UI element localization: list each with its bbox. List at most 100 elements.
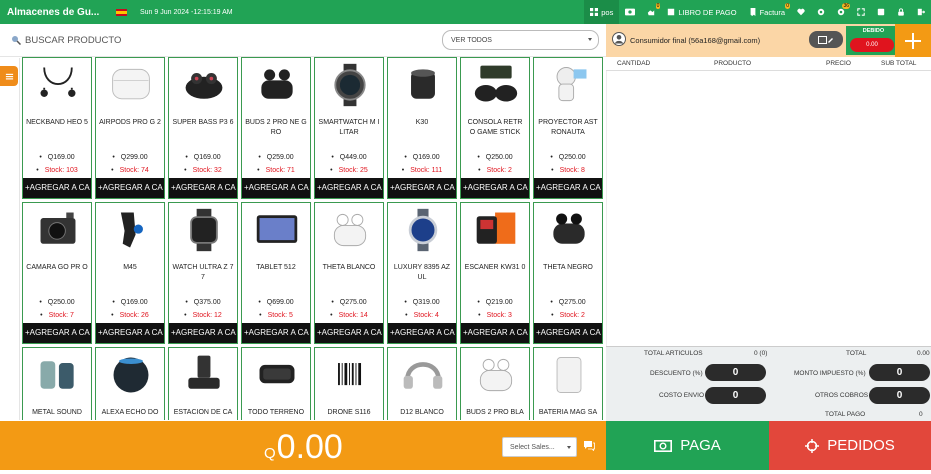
product-card[interactable]: BUDS 2 PRO BLA [460, 347, 530, 420]
tablet-icon [252, 207, 302, 253]
nav-settings[interactable] [811, 0, 831, 24]
product-card[interactable]: CAMARA GO PR O Q250.00 Stock: 7 +AGREGAR A … [22, 202, 92, 344]
side-tab-button[interactable] [0, 66, 18, 86]
product-card[interactable]: D12 BLANCO [387, 347, 457, 420]
search-input[interactable] [25, 34, 175, 46]
paga-button[interactable]: PAGA [606, 421, 769, 470]
product-price: Q299.00 [96, 154, 164, 161]
chevron-down-icon [588, 38, 592, 41]
product-stock: Stock: 8 [534, 167, 602, 174]
search-row: VER TODOS [0, 24, 606, 57]
product-stock: Stock: 4 [388, 312, 456, 319]
add-to-cart-button[interactable]: +AGREGAR A CA [461, 323, 529, 343]
nav-factura[interactable]: Factura 0 [743, 0, 791, 24]
product-price: Q319.00 [388, 299, 456, 306]
nav-fullscreen[interactable] [851, 0, 871, 24]
product-card[interactable]: ALEXA ECHO DO [95, 347, 165, 420]
product-card[interactable]: TODO TERRENO [241, 347, 311, 420]
nav-logout[interactable] [911, 0, 931, 24]
add-to-cart-button[interactable]: +AGREGAR A CA [388, 178, 456, 198]
product-name: CONSOLA RETR O GAME STICK [467, 119, 523, 136]
debito-value[interactable]: 0.00 [850, 38, 894, 52]
add-to-cart-button[interactable]: +AGREGAR A CA [315, 178, 383, 198]
product-card[interactable]: ESCANER KW31 0 Q219.00 Stock: 3 +AGREGAR A … [460, 202, 530, 344]
client-edit-button[interactable] [809, 31, 843, 48]
grid-icon [590, 8, 599, 16]
order-summary: TOTAL ARTICULOS 0 (0) TOTAL 0.00 DESCUEN… [606, 346, 931, 421]
add-to-cart-button[interactable]: +AGREGAR A CA [169, 323, 237, 343]
product-name: METAL SOUND [32, 409, 82, 416]
add-client-button[interactable] [895, 24, 931, 57]
nav-hand[interactable]: 0 [641, 0, 661, 24]
spain-flag-icon[interactable] [116, 8, 127, 16]
nav-favorites[interactable] [791, 0, 811, 24]
client-name[interactable]: Consumidor final (56a168@gmail.com) [630, 36, 760, 45]
product-card[interactable]: NECKBAND HEO 5 Q169.00 Stock: 103 +AGREGAR … [22, 57, 92, 199]
product-card[interactable]: TABLET 512 Q699.00 Stock: 5 +AGREGAR A CA [241, 202, 311, 344]
product-stock: Stock: 14 [315, 312, 383, 319]
add-to-cart-button[interactable]: +AGREGAR A CA [96, 178, 164, 198]
descuento-input[interactable]: 0 [705, 364, 766, 381]
nav-money[interactable] [619, 0, 641, 24]
store-name[interactable]: Almacenes de Gu... [0, 7, 111, 18]
product-card[interactable]: BUDS 2 PRO NE GRO Q259.00 Stock: 71 +AGREGA… [241, 57, 311, 199]
category-filter-select[interactable]: VER TODOS [442, 30, 599, 50]
product-card[interactable]: BATERIA MAG SA [533, 347, 603, 420]
product-card[interactable]: LUXURY 8395 AZ UL Q319.00 Stock: 4 +AGREGAR… [387, 202, 457, 344]
product-card[interactable]: PROYECTOR AST RONAUTA Q250.00 Stock: 8 +AGR… [533, 57, 603, 199]
product-card[interactable]: DRONE S116 [314, 347, 384, 420]
product-card[interactable]: K30 Q169.00 Stock: 111 +AGREGAR A CA [387, 57, 457, 199]
total-pago-label: TOTAL PAGO [825, 411, 866, 418]
product-card[interactable]: THETA NEGRO Q275.00 Stock: 2 +AGREGAR A CA [533, 202, 603, 344]
product-name: PROYECTOR AST RONAUTA [538, 119, 598, 136]
product-card[interactable]: CONSOLA RETR O GAME STICK Q250.00 Stock: 2… [460, 57, 530, 199]
product-card[interactable]: METAL SOUND [22, 347, 92, 420]
monto-impuesto-input[interactable]: 0 [869, 364, 930, 381]
product-name: ALEXA ECHO DO [101, 409, 159, 416]
costo-envio-label: COSTO ENVIO [659, 392, 705, 399]
add-to-cart-button[interactable]: +AGREGAR A CA [461, 178, 529, 198]
product-price: Q699.00 [242, 299, 310, 306]
add-to-cart-button[interactable]: +AGREGAR A CA [315, 323, 383, 343]
product-price: Q219.00 [461, 299, 529, 306]
add-to-cart-button[interactable]: +AGREGAR A CA [23, 178, 91, 198]
nav-libro-de-pago[interactable]: LIBRO DE PAGO [661, 0, 742, 24]
total-bar: Q0.00 Select Sales... [0, 421, 606, 470]
product-name: D12 BLANCO [400, 409, 444, 416]
product-stock: Stock: 26 [96, 312, 164, 319]
descuento-label: DESCUENTO (%) [650, 370, 703, 377]
add-to-cart-button[interactable]: +AGREGAR A CA [96, 323, 164, 343]
col-cantidad: CANTIDAD [617, 60, 651, 67]
chat-icon[interactable] [583, 440, 595, 451]
add-to-cart-button[interactable]: +AGREGAR A CA [242, 178, 310, 198]
nav-factura-label: Factura [759, 7, 785, 17]
add-to-cart-button[interactable]: +AGREGAR A CA [169, 178, 237, 198]
logout-icon [917, 8, 925, 16]
pedidos-button[interactable]: PEDIDOS [769, 421, 931, 470]
otros-cobros-input[interactable]: 0 [869, 387, 930, 404]
product-card[interactable]: THETA BLANCO Q275.00 Stock: 14 +AGREGAR A C… [314, 202, 384, 344]
nav-window[interactable] [871, 0, 891, 24]
nav-pos[interactable]: pos [584, 0, 620, 24]
product-card[interactable]: AIRPODS PRO G 2 Q299.00 Stock: 74 +AGREGAR … [95, 57, 165, 199]
nav-settings-2[interactable]: 36 [831, 0, 851, 24]
sales-select[interactable]: Select Sales... [502, 437, 577, 457]
product-card[interactable]: ESTACION DE CA [168, 347, 238, 420]
add-to-cart-button[interactable]: +AGREGAR A CA [534, 178, 602, 198]
add-to-cart-button[interactable]: +AGREGAR A CA [242, 323, 310, 343]
crosshair-icon [805, 438, 820, 453]
expand-icon [857, 8, 865, 16]
money-icon [654, 439, 673, 452]
product-card[interactable]: WATCH ULTRA Z 77 Q375.00 Stock: 12 +AGREGAR… [168, 202, 238, 344]
product-name: LUXURY 8395 AZ UL [393, 264, 451, 281]
charging-station-icon [179, 352, 229, 398]
product-name: THETA NEGRO [543, 264, 593, 271]
product-card[interactable]: M45 Q169.00 Stock: 26 +AGREGAR A CA [95, 202, 165, 344]
add-to-cart-button[interactable]: +AGREGAR A CA [534, 323, 602, 343]
product-card[interactable]: SMARTWATCH M ILITAR Q449.00 Stock: 25 +AGRE… [314, 57, 384, 199]
add-to-cart-button[interactable]: +AGREGAR A CA [23, 323, 91, 343]
product-card[interactable]: SUPER BASS P3 6 Q169.00 Stock: 32 +AGREGAR … [168, 57, 238, 199]
costo-envio-input[interactable]: 0 [705, 387, 766, 404]
add-to-cart-button[interactable]: +AGREGAR A CA [388, 323, 456, 343]
nav-lock[interactable] [891, 0, 911, 24]
